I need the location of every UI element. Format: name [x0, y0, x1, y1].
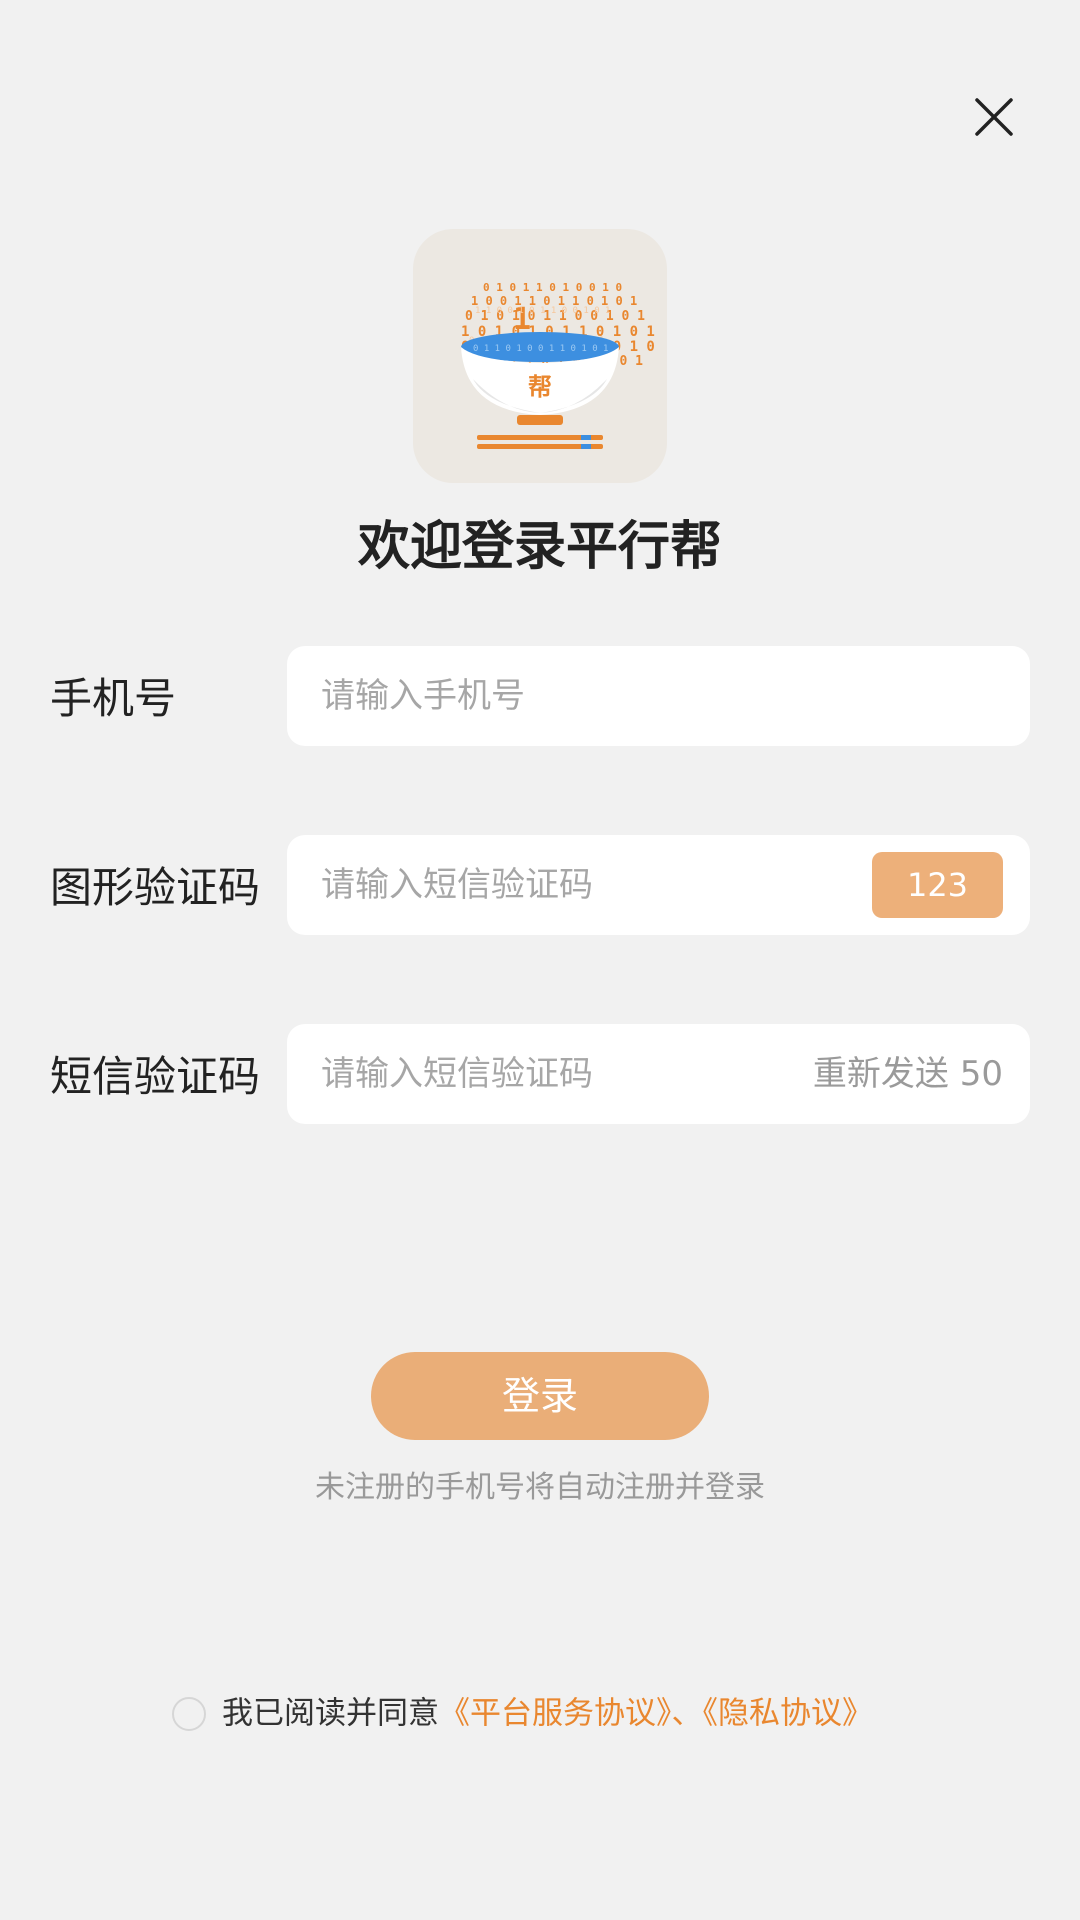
sms-field-box: 重新发送 50: [287, 1024, 1030, 1124]
page-title: 欢迎登录平行帮: [357, 517, 722, 577]
svg-text:1 1 0 0 1 0 1 1 0 0 1 0 1: 1 1 0 0 1 0 1 1 0 0 1 0 1: [475, 306, 610, 316]
captcha-input[interactable]: [321, 835, 841, 935]
close-icon: [975, 98, 1013, 136]
phone-field-box: [287, 646, 1030, 746]
phone-input[interactable]: [321, 646, 1001, 746]
bowl-logo-icon: 0 1 0 1 1 0 1 0 0 1 0 1 0 0 1 1 0 1 1 0 …: [461, 281, 655, 449]
sms-code-input[interactable]: [321, 1024, 771, 1124]
service-agreement-link[interactable]: 《平台服务协议》: [439, 1696, 672, 1732]
agreement-row: 我已阅读并同意《平台服务协议》、《隐私协议》: [172, 1690, 873, 1734]
privacy-agreement-link[interactable]: 《隐私协议》: [703, 1696, 874, 1732]
agree-checkbox[interactable]: [172, 1696, 206, 1731]
app-logo: 0 1 0 1 1 0 1 0 0 1 0 1 0 0 1 1 0 1 1 0 …: [413, 229, 667, 483]
captcha-image-button[interactable]: 123: [872, 852, 1003, 918]
captcha-label: 图形验证码: [50, 863, 261, 912]
svg-text:0 1 0 1 1 0 1 0 0 1 0: 0 1 0 1 1 0 1 0 0 1 0: [483, 281, 622, 294]
svg-text:0 1 1 0 1 0 0 1 1 0 1 0 1: 0 1 1 0 1 0 0 1 1 0 1 0 1: [473, 344, 608, 354]
agreement-text: 我已阅读并同意: [222, 1695, 439, 1732]
auto-register-hint: 未注册的手机号将自动注册并登录: [315, 1470, 765, 1505]
phone-label: 手机号: [50, 674, 177, 723]
svg-text:帮: 帮: [528, 373, 552, 401]
login-button[interactable]: 登录: [371, 1352, 709, 1440]
captcha-field-box: 123: [287, 835, 1030, 935]
sms-label: 短信验证码: [50, 1052, 261, 1101]
resend-sms-button[interactable]: 重新发送 50: [813, 1024, 1003, 1124]
close-button[interactable]: [974, 97, 1014, 137]
agreement-separator: 、: [671, 1695, 703, 1732]
